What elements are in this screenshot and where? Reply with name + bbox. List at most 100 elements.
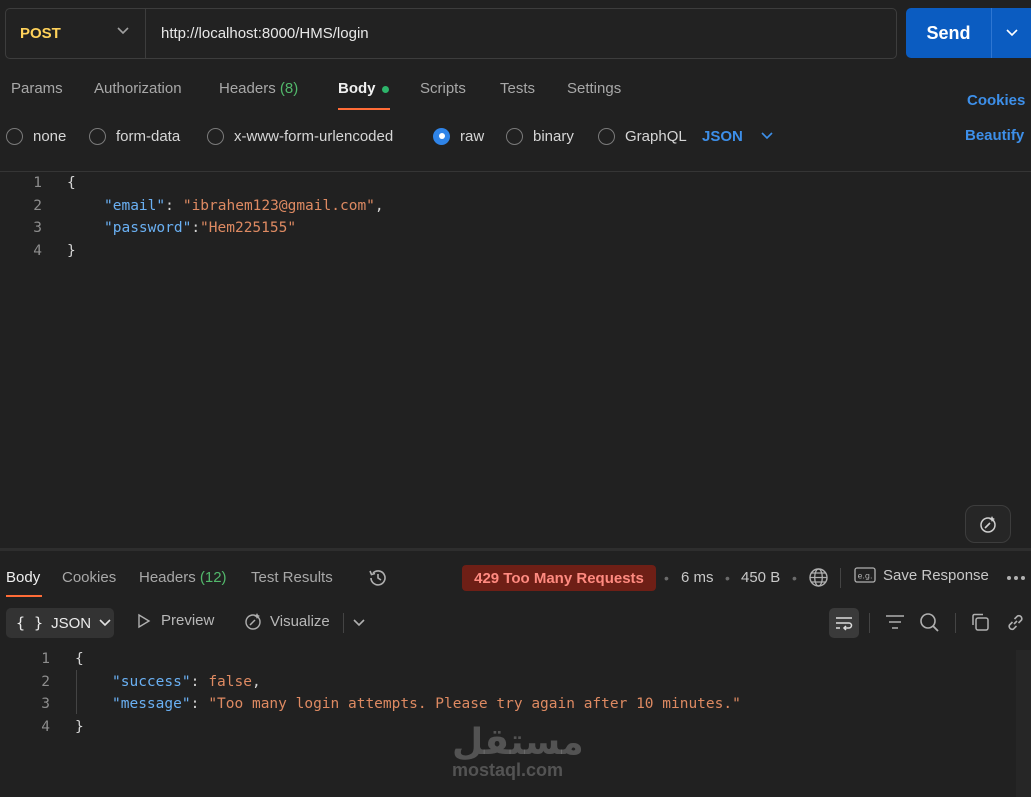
tab-scripts[interactable]: Scripts (420, 80, 466, 102)
toolbar-separator (840, 568, 841, 588)
close-brace: } (67, 243, 76, 259)
filter-icon[interactable] (885, 614, 905, 630)
response-tab-headers-label: Headers (139, 569, 196, 586)
json-key: "success" (112, 674, 191, 690)
chevron-down-icon (117, 27, 129, 35)
line-number: 3 (33, 220, 42, 236)
save-response-button[interactable]: e.g. Save Response (854, 566, 989, 584)
chevron-down-icon[interactable] (353, 619, 365, 627)
json-value: "Too many login attempts. Please try aga… (208, 696, 741, 712)
magic-wand-icon (980, 516, 996, 533)
link-icon[interactable] (1005, 612, 1026, 633)
radio-label: none (33, 127, 67, 145)
response-tab-body[interactable]: Body (6, 569, 40, 586)
tab-tests[interactable]: Tests (500, 80, 535, 102)
response-size[interactable]: 450 B (741, 569, 780, 586)
method-label: POST (20, 25, 61, 42)
json-value: false (208, 674, 252, 690)
preview-button[interactable]: Preview (137, 612, 214, 629)
response-tab-test-results[interactable]: Test Results (251, 569, 333, 586)
code-line: 4 } (0, 240, 76, 262)
json-colon: : (190, 674, 200, 690)
response-tab-headers[interactable]: Headers (12) (139, 569, 227, 586)
json-value: "ibrahem123@gmail.com" (182, 198, 375, 214)
active-tab-indicator (338, 108, 390, 110)
send-button[interactable]: Send (906, 8, 991, 58)
response-code-line: 1 { (0, 648, 84, 670)
ai-assist-button[interactable] (965, 505, 1011, 543)
toolbar-separator (955, 613, 956, 633)
line-number: 2 (41, 674, 50, 690)
tab-body[interactable]: Body (338, 80, 389, 102)
json-key: "password" (104, 220, 192, 236)
radio-none[interactable]: none (6, 125, 66, 147)
response-tab-cookies[interactable]: Cookies (62, 569, 116, 586)
beautify-link[interactable]: Beautify (965, 127, 1024, 144)
code-line: 3 "password": "Hem225155" (0, 217, 296, 239)
response-format-label: JSON (51, 614, 92, 632)
tab-headers-label: Headers (219, 80, 276, 97)
response-code-line: 2 "success": false, (0, 671, 261, 693)
json-colon: : (165, 198, 174, 214)
json-comma: , (374, 198, 384, 214)
svg-text:e.g.: e.g. (857, 572, 872, 581)
response-format-select[interactable]: { } JSON (6, 608, 114, 638)
globe-icon[interactable] (808, 567, 829, 588)
radio-label: form-data (116, 127, 181, 145)
send-options-button[interactable] (991, 8, 1031, 58)
response-code-line: 4 } (0, 716, 83, 738)
status-badge[interactable]: 429 Too Many Requests (462, 565, 656, 591)
json-colon: : (191, 220, 201, 236)
code-line: 1 { (0, 172, 75, 194)
radio-urlencoded[interactable]: x-www-form-urlencoded (207, 125, 393, 147)
toolbar-separator (869, 613, 870, 633)
example-icon: e.g. (854, 567, 876, 583)
tab-headers[interactable]: Headers (8) (219, 80, 298, 102)
visualize-label: Visualize (270, 612, 330, 630)
response-code-line: 3 "message": "Too many login attempts. Pl… (0, 693, 741, 715)
wrap-lines-button[interactable] (829, 608, 859, 638)
response-scrollbar[interactable] (1016, 650, 1031, 797)
editor-divider (0, 171, 1031, 172)
raw-format-label: JSON (702, 127, 743, 145)
tab-params[interactable]: Params (11, 80, 63, 102)
copy-icon[interactable] (970, 612, 990, 632)
json-key: "email" (104, 198, 166, 214)
chevron-down-icon (761, 132, 773, 140)
method-select[interactable]: POST (6, 9, 146, 58)
raw-format-select[interactable]: JSON (702, 125, 773, 147)
open-brace: { (75, 651, 84, 667)
response-tab-headers-count: (12) (199, 569, 227, 586)
radio-circle-selected (433, 127, 450, 145)
separator-dot: • (792, 570, 797, 586)
cookies-link[interactable]: Cookies (967, 92, 1025, 109)
toolbar-separator (343, 613, 344, 633)
url-input[interactable]: http://localhost:8000/HMS/login (161, 9, 369, 58)
radio-form-data[interactable]: form-data (89, 125, 180, 147)
tab-settings[interactable]: Settings (567, 80, 621, 102)
tab-authorization[interactable]: Authorization (94, 80, 182, 102)
chevron-down-icon (99, 619, 111, 627)
braces-icon: { } (16, 614, 44, 632)
tab-headers-count: (8) (279, 80, 299, 97)
search-icon[interactable] (919, 612, 940, 633)
separator-dot: • (725, 570, 730, 586)
radio-graphql[interactable]: GraphQL (598, 125, 687, 147)
radio-raw[interactable]: raw (433, 125, 484, 147)
tab-body-label: Body (338, 80, 376, 97)
radio-circle (6, 127, 23, 145)
more-options-icon[interactable] (1006, 575, 1026, 581)
visualize-icon (245, 613, 261, 630)
radio-label: x-www-form-urlencoded (234, 127, 394, 145)
line-number: 4 (41, 719, 50, 735)
pane-resize-handle[interactable] (0, 548, 1031, 551)
radio-binary[interactable]: binary (506, 125, 574, 147)
history-icon[interactable] (367, 567, 389, 589)
response-time[interactable]: 6 ms (681, 569, 714, 586)
visualize-button[interactable]: Visualize (243, 611, 330, 631)
json-colon: : (190, 696, 200, 712)
json-key: "message" (112, 696, 191, 712)
json-comma: , (251, 674, 261, 690)
radio-circle (598, 127, 615, 145)
wrap-lines-icon (836, 617, 853, 631)
